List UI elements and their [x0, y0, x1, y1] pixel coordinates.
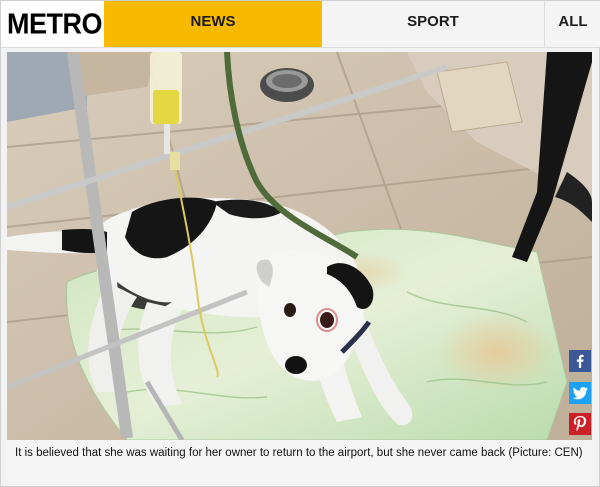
- facebook-share-button[interactable]: [569, 350, 591, 372]
- top-navigation-bar: METRO NEWS SPORT ALL: [1, 1, 600, 48]
- twitter-share-button[interactable]: [569, 382, 591, 404]
- photo-caption: It is believed that she was waiting for …: [7, 440, 592, 482]
- nav-tab-sport[interactable]: SPORT: [322, 1, 544, 47]
- pinterest-share-button[interactable]: [569, 413, 591, 435]
- caption-text: It is believed that she was waiting for …: [15, 447, 583, 459]
- twitter-icon: [572, 386, 588, 399]
- dog-on-blanket-image: [7, 52, 592, 440]
- nav-tab-all[interactable]: ALL: [544, 1, 600, 47]
- facebook-icon: [576, 354, 584, 368]
- nav-tab-news[interactable]: NEWS: [104, 1, 322, 47]
- pinterest-icon: [573, 416, 587, 432]
- metro-logo[interactable]: METRO: [7, 6, 103, 42]
- article-photo: [7, 52, 592, 440]
